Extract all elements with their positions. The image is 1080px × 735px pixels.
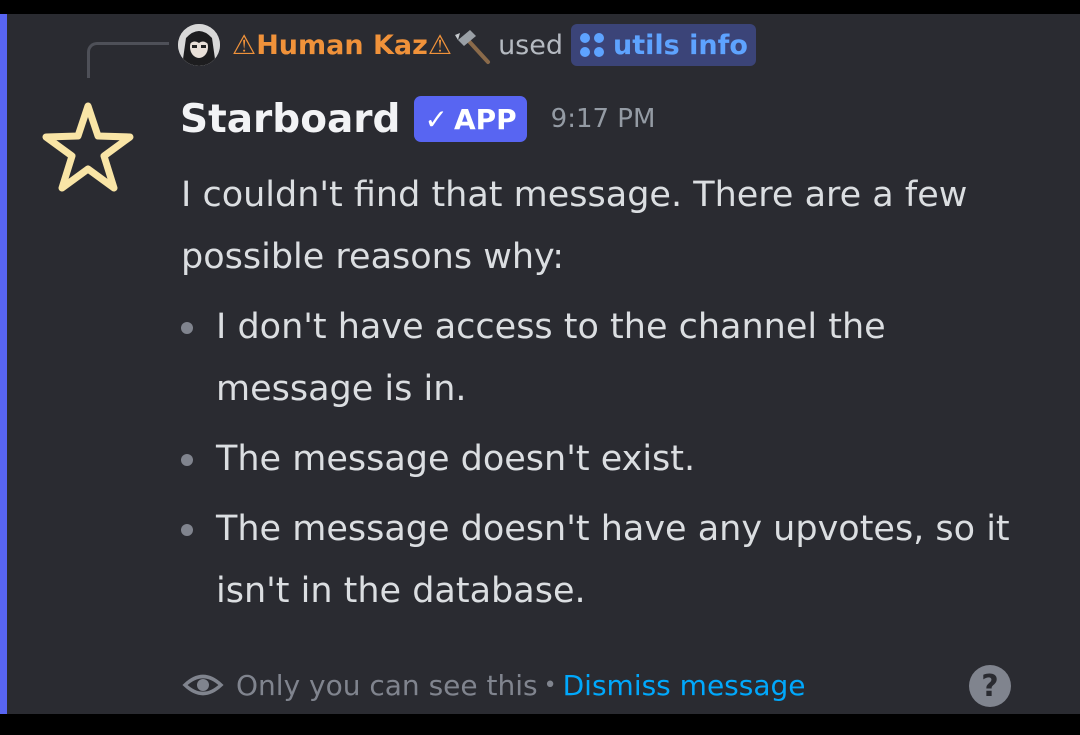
message-intro: I couldn't find that message. There are … (181, 175, 968, 277)
reason-text: The message doesn't have any upvotes, so… (216, 509, 1010, 611)
ephemeral-accent-bar (0, 14, 7, 714)
bullet-icon (181, 322, 193, 334)
reasons-list: I don't have access to the channel the m… (181, 296, 1041, 622)
verified-check-icon: ✓ (424, 102, 448, 136)
reason-text: The message doesn't exist. (216, 439, 696, 479)
reply-username[interactable]: ⚠Human Kaz⚠ (232, 30, 452, 61)
eye-icon (182, 664, 224, 706)
used-label: used (498, 29, 563, 61)
only-you-label: Only you can see this (236, 668, 538, 702)
user-avatar[interactable] (178, 24, 220, 66)
reason-text: I don't have access to the channel the m… (216, 307, 886, 409)
app-badge-label: APP (453, 102, 517, 136)
author-name[interactable]: Starboard (180, 97, 400, 142)
message-content: I couldn't find that message. There are … (181, 164, 1041, 630)
app-badge: ✓ APP (414, 96, 527, 142)
reply-connector-line (87, 42, 169, 78)
list-item: The message doesn't exist. (181, 428, 1041, 490)
bullet-icon (181, 524, 193, 536)
message-container: ⚠Human Kaz⚠ used utils info Starboard ✓ … (0, 14, 1080, 714)
footer-separator: • (543, 672, 557, 698)
list-item: I don't have access to the channel the m… (181, 296, 1041, 420)
command-mention[interactable]: utils info (571, 24, 756, 66)
message-timestamp[interactable]: 9:17 PM (551, 104, 656, 134)
help-icon[interactable]: ? (969, 665, 1011, 707)
list-item: The message doesn't have any upvotes, so… (181, 498, 1041, 622)
command-reply-header: ⚠Human Kaz⚠ used utils info (178, 22, 756, 68)
command-name: utils info (613, 29, 748, 61)
star-icon[interactable] (40, 100, 136, 196)
dismiss-message-link[interactable]: Dismiss message (563, 669, 806, 702)
app-command-icon (577, 30, 607, 60)
hammer-icon (452, 24, 494, 66)
ephemeral-footer: Only you can see this • Dismiss message (182, 663, 806, 707)
bullet-icon (181, 454, 193, 466)
message-header: Starboard ✓ APP 9:17 PM (180, 92, 655, 146)
